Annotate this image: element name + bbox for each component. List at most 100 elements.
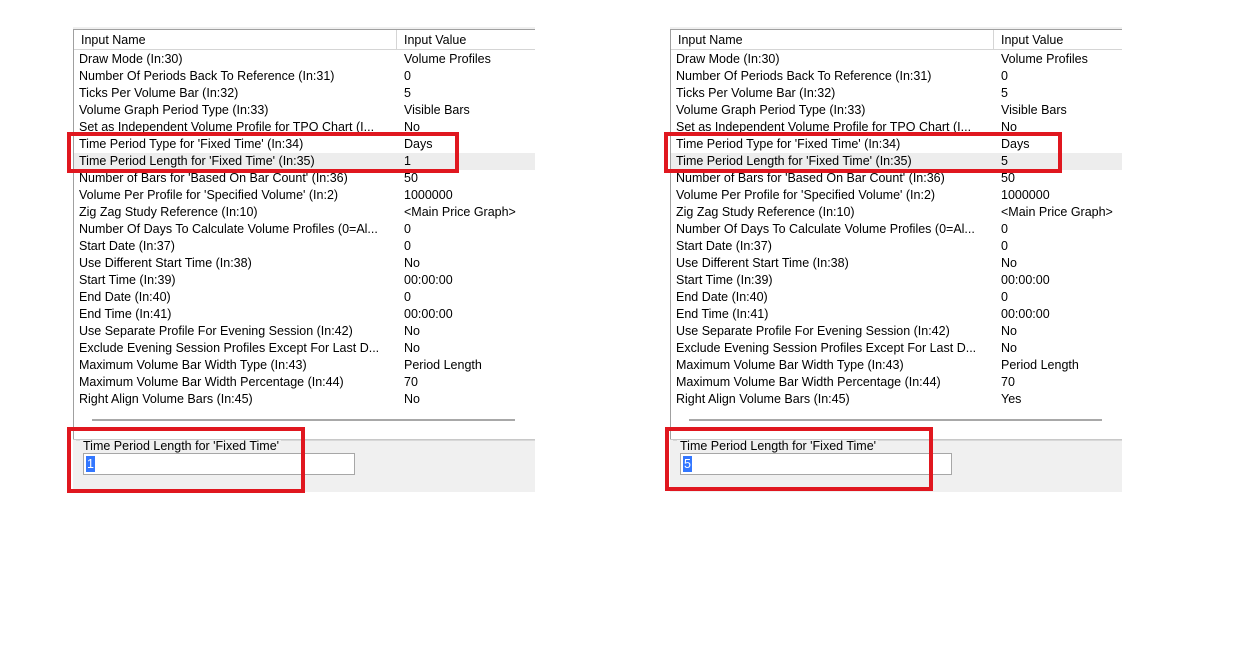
input-value-cell[interactable]: No [404, 119, 535, 136]
input-row[interactable]: Use Different Start Time (In:38) No [74, 255, 535, 272]
input-row[interactable]: Zig Zag Study Reference (In:10) <Main Pri… [671, 204, 1122, 221]
input-value-cell[interactable]: No [404, 255, 535, 272]
input-row[interactable]: Start Date (In:37) 0 [74, 238, 535, 255]
input-row[interactable]: Set as Independent Volume Profile for TP… [74, 119, 535, 136]
input-value-cell[interactable]: 0 [1001, 289, 1122, 306]
input-value-cell[interactable]: Volume Profiles [1001, 51, 1122, 68]
input-row[interactable]: End Date (In:40) 0 [671, 289, 1122, 306]
input-row[interactable]: Use Separate Profile For Evening Session… [671, 323, 1122, 340]
input-row[interactable]: Volume Graph Period Type (In:33) Visible … [671, 102, 1122, 119]
input-value-cell[interactable]: Visible Bars [1001, 102, 1122, 119]
input-row[interactable]: Right Align Volume Bars (In:45) No [74, 391, 535, 408]
input-value-cell[interactable]: 0 [404, 289, 535, 306]
input-name-cell: Exclude Evening Session Profiles Except … [676, 341, 977, 355]
input-row[interactable]: Ticks Per Volume Bar (In:32) 5 [74, 85, 535, 102]
input-row[interactable]: Use Different Start Time (In:38) No [671, 255, 1122, 272]
input-row[interactable]: Draw Mode (In:30) Volume Profiles [74, 51, 535, 68]
input-value-cell[interactable]: Period Length [1001, 357, 1122, 374]
input-value-cell[interactable]: Days [404, 136, 535, 153]
input-value-cell[interactable]: Volume Profiles [404, 51, 535, 68]
input-value-cell[interactable]: 50 [404, 170, 535, 187]
input-row[interactable]: Number Of Periods Back To Reference (In:… [671, 68, 1122, 85]
input-value-cell[interactable]: <Main Price Graph> [404, 204, 535, 221]
input-row[interactable]: Start Time (In:39) 00:00:00 [74, 272, 535, 289]
input-name-cell: Number of Bars for 'Based On Bar Count' … [79, 171, 348, 185]
input-row[interactable]: Number Of Days To Calculate Volume Profi… [74, 221, 535, 238]
input-name-cell: Use Different Start Time (In:38) [79, 256, 252, 270]
input-value-cell[interactable]: 5 [404, 85, 535, 102]
input-value-cell[interactable]: No [404, 391, 535, 408]
input-row[interactable]: Number Of Days To Calculate Volume Profi… [671, 221, 1122, 238]
input-name-cell: Start Time (In:39) [79, 273, 176, 287]
input-value-cell[interactable]: 00:00:00 [1001, 306, 1122, 323]
input-value-cell[interactable]: No [1001, 340, 1122, 357]
input-row[interactable]: Number of Bars for 'Based On Bar Count' … [671, 170, 1122, 187]
input-row[interactable]: Volume Per Profile for 'Specified Volume… [671, 187, 1122, 204]
input-row[interactable]: Maximum Volume Bar Width Percentage (In:… [74, 374, 535, 391]
input-value-cell[interactable]: 70 [404, 374, 535, 391]
input-value-cell[interactable]: Visible Bars [404, 102, 535, 119]
input-row[interactable]: Start Date (In:37) 0 [671, 238, 1122, 255]
input-row[interactable]: Exclude Evening Session Profiles Except … [74, 340, 535, 357]
value-editor-input[interactable]: 1 [83, 453, 355, 475]
input-name-cell: End Time (In:41) [79, 307, 172, 321]
input-row[interactable]: Number of Bars for 'Based On Bar Count' … [74, 170, 535, 187]
input-value-cell[interactable]: No [1001, 255, 1122, 272]
input-row[interactable]: Volume Graph Period Type (In:33) Visible … [74, 102, 535, 119]
input-row[interactable]: Time Period Length for 'Fixed Time' (In:… [671, 153, 1122, 170]
input-value-cell[interactable]: 1000000 [404, 187, 535, 204]
input-row[interactable]: Maximum Volume Bar Width Percentage (In:… [671, 374, 1122, 391]
input-row[interactable]: Draw Mode (In:30) Volume Profiles [671, 51, 1122, 68]
input-value-cell[interactable]: 70 [1001, 374, 1122, 391]
input-row[interactable]: Time Period Type for 'Fixed Time' (In:34… [74, 136, 535, 153]
input-value-cell[interactable]: 0 [404, 238, 535, 255]
input-value-cell[interactable]: 00:00:00 [1001, 272, 1122, 289]
value-editor-input[interactable]: 5 [680, 453, 952, 475]
input-row[interactable]: Maximum Volume Bar Width Type (In:43) Per… [74, 357, 535, 374]
input-value-cell[interactable]: 5 [1001, 153, 1122, 170]
input-value-cell[interactable]: 1 [404, 153, 535, 170]
input-row[interactable]: End Time (In:41) 00:00:00 [74, 306, 535, 323]
horizontal-scrollbar[interactable] [92, 419, 515, 421]
input-name-column-header[interactable]: Input Name [671, 30, 994, 49]
input-value-column-header[interactable]: Input Value [397, 30, 535, 49]
input-row[interactable]: Use Separate Profile For Evening Session… [74, 323, 535, 340]
input-row[interactable]: Set as Independent Volume Profile for TP… [671, 119, 1122, 136]
input-value-cell[interactable]: Days [1001, 136, 1122, 153]
input-row[interactable]: Time Period Type for 'Fixed Time' (In:34… [671, 136, 1122, 153]
input-value-cell[interactable]: 0 [1001, 68, 1122, 85]
input-name-column-header[interactable]: Input Name [74, 30, 397, 49]
input-row[interactable]: Zig Zag Study Reference (In:10) <Main Pri… [74, 204, 535, 221]
input-name-cell: Number Of Periods Back To Reference (In:… [79, 69, 335, 83]
input-value-cell[interactable]: 1000000 [1001, 187, 1122, 204]
input-value-cell[interactable]: 5 [1001, 85, 1122, 102]
input-value-cell[interactable]: 00:00:00 [404, 306, 535, 323]
input-value-cell[interactable]: <Main Price Graph> [1001, 204, 1122, 221]
input-value-cell[interactable]: No [1001, 323, 1122, 340]
input-value-cell[interactable]: No [404, 323, 535, 340]
input-value-cell[interactable]: No [1001, 119, 1122, 136]
input-row[interactable]: End Time (In:41) 00:00:00 [671, 306, 1122, 323]
input-row[interactable]: Exclude Evening Session Profiles Except … [671, 340, 1122, 357]
input-value-cell[interactable]: 0 [1001, 238, 1122, 255]
input-row[interactable]: Number Of Periods Back To Reference (In:… [74, 68, 535, 85]
input-row[interactable]: Volume Per Profile for 'Specified Volume… [74, 187, 535, 204]
input-value-cell[interactable]: No [404, 340, 535, 357]
input-row[interactable]: Time Period Length for 'Fixed Time' (In:… [74, 153, 535, 170]
input-value-cell[interactable]: 0 [404, 68, 535, 85]
input-value-cell[interactable]: 0 [1001, 221, 1122, 238]
input-value-cell[interactable]: Yes [1001, 391, 1122, 408]
input-value-column-header[interactable]: Input Value [994, 30, 1122, 49]
input-row[interactable]: End Date (In:40) 0 [74, 289, 535, 306]
inputs-grid: Input Name Input Value Draw Mode (In:30)… [670, 29, 1122, 439]
input-value-cell[interactable]: 0 [404, 221, 535, 238]
input-value-cell[interactable]: 50 [1001, 170, 1122, 187]
input-row[interactable]: Right Align Volume Bars (In:45) Yes [671, 391, 1122, 408]
input-value-cell[interactable]: Period Length [404, 357, 535, 374]
input-row[interactable]: Maximum Volume Bar Width Type (In:43) Per… [671, 357, 1122, 374]
input-name-cell: Exclude Evening Session Profiles Except … [79, 341, 380, 355]
input-row[interactable]: Start Time (In:39) 00:00:00 [671, 272, 1122, 289]
input-value-cell[interactable]: 00:00:00 [404, 272, 535, 289]
input-row[interactable]: Ticks Per Volume Bar (In:32) 5 [671, 85, 1122, 102]
horizontal-scrollbar[interactable] [689, 419, 1102, 421]
